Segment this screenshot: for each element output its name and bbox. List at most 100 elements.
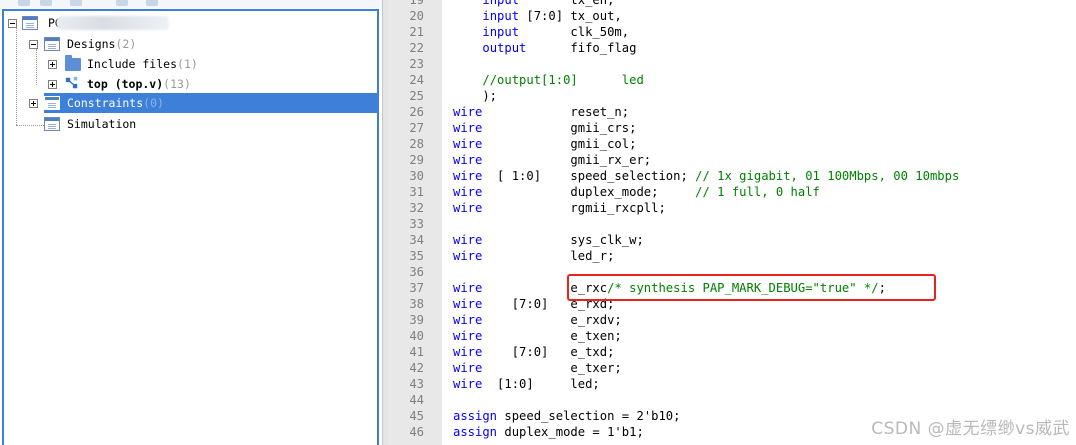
keyword-token: input: [482, 0, 520, 7]
code-token: gmii_rx_er;: [482, 153, 652, 167]
keyword-token: wire: [453, 329, 483, 343]
code-text: wire rgmii_rxcpll;: [453, 200, 666, 216]
keyword-token: wire: [453, 281, 483, 295]
tree-item-count: (1): [177, 57, 198, 71]
keyword-token: wire: [453, 297, 483, 311]
code-text: wire duplex_mode; // 1 full, 0 half: [453, 184, 820, 200]
keyword-token: wire: [453, 361, 483, 375]
code-text: wire led_r;: [453, 248, 614, 264]
keyword-token: wire: [453, 249, 483, 263]
line-number: 23: [409, 57, 424, 71]
comment-token: //output[1:0] led: [482, 73, 644, 87]
code-editor[interactable]: 19 input tx_en, 20 input [7:0] tx_out, 21 …: [388, 0, 1076, 445]
code-token: [1:0] led;: [482, 377, 600, 391]
collapse-icon[interactable]: [29, 40, 38, 49]
code-token: gmii_col;: [482, 137, 637, 151]
code-token: clk_50m,: [519, 25, 630, 39]
tree-item-top-module[interactable]: top (top.v)(13): [48, 75, 268, 94]
keyword-token: wire: [453, 201, 483, 215]
designs-icon: [44, 37, 60, 51]
code-token: duplex_mode = 1'b1;: [497, 425, 644, 439]
code-token: e_txen;: [482, 329, 622, 343]
tree-toolbar: [0, 0, 382, 8]
toolbar-icon[interactable]: [70, 0, 82, 6]
tree-item-simulation[interactable]: Simulation: [29, 115, 229, 134]
code-token: [7:0] tx_out,: [519, 9, 622, 23]
tree-item-include-files[interactable]: Include files(1): [48, 55, 248, 74]
keyword-token: wire: [453, 169, 483, 183]
code-token: speed_selection = 2'b10;: [497, 409, 681, 423]
tree-item-constraints[interactable]: Constraints(0): [29, 94, 229, 113]
keyword-token: assign: [453, 409, 498, 423]
code-text: wire [ 1:0] speed_selection; // 1x gigab…: [453, 168, 959, 184]
code-text: assign duplex_mode = 1'b1;: [453, 424, 644, 440]
line-number: 36: [409, 265, 424, 279]
tree-item-label: Simulation: [67, 117, 137, 131]
code-text: wire gmii_crs;: [453, 120, 636, 136]
tree-item-label: top (top.v): [87, 77, 164, 91]
keyword-token: output: [482, 41, 527, 55]
tree-connector: [36, 49, 37, 85]
code-token: gmii_crs;: [482, 121, 637, 135]
watermark: CSDN @虚无缥缈vs威武: [871, 419, 1070, 439]
tree-item-label: Designs: [67, 37, 116, 51]
keyword-token: wire: [453, 377, 483, 391]
code-token: fifo_flag: [526, 41, 637, 55]
code-text: output fifo_flag: [453, 40, 636, 56]
code-text: wire e_txer;: [453, 360, 622, 376]
code-text: wire e_txen;: [453, 328, 622, 344]
keyword-token: wire: [453, 137, 483, 151]
line-number: 45: [409, 409, 424, 423]
line-number: 44: [409, 393, 424, 407]
line-number: 20: [409, 9, 424, 23]
toolbar-icon[interactable]: [40, 0, 52, 6]
comment-token: // 1x gigabit, 01 100Mbps, 00 10mbps: [695, 169, 960, 183]
line-number: 31: [409, 185, 424, 199]
tree-item-count: (13): [163, 77, 191, 91]
code-token: rgmii_rxcpll;: [482, 201, 666, 215]
keyword-token: assign: [453, 425, 498, 439]
project-icon: [22, 16, 38, 30]
code-token: sys_clk_w;: [482, 233, 644, 247]
code-token: tx_en,: [519, 0, 615, 7]
line-number: 27: [409, 121, 424, 135]
code-text: wire e_rxdv;: [453, 312, 622, 328]
keyword-token: wire: [453, 313, 483, 327]
expand-icon[interactable]: [48, 60, 57, 69]
line-number: 25: [409, 89, 424, 103]
toolbar-icon[interactable]: [116, 0, 128, 6]
code-token: [7:0] e_txd;: [482, 345, 615, 359]
keyword-token: input: [482, 25, 520, 39]
code-token: e_txer;: [482, 361, 622, 375]
expand-icon[interactable]: [29, 99, 38, 108]
line-number: 24: [409, 73, 424, 87]
tree-item-designs[interactable]: Designs(2): [29, 35, 229, 54]
line-number: 29: [409, 153, 424, 167]
comment-token: // 1 full, 0 half: [695, 185, 820, 199]
annotation-highlight-box: [567, 274, 936, 301]
toolbar-icon[interactable]: [146, 0, 158, 6]
keyword-token: wire: [453, 153, 483, 167]
code-text: wire sys_clk_w;: [453, 232, 644, 248]
line-number: 39: [409, 313, 424, 327]
code-text: wire gmii_col;: [453, 136, 636, 152]
line-number: 33: [409, 217, 424, 231]
code-text: //output[1:0] led: [453, 72, 644, 88]
folder-icon: [65, 55, 81, 71]
code-text: wire [7:0] e_txd;: [453, 344, 614, 360]
keyword-token: wire: [453, 185, 483, 199]
keyword-token: wire: [453, 105, 483, 119]
line-number: 34: [409, 233, 424, 247]
code-text: wire [1:0] led;: [453, 376, 600, 392]
code-text: assign speed_selection = 2'b10;: [453, 408, 680, 424]
expand-icon[interactable]: [48, 80, 57, 89]
line-number: 19: [409, 0, 424, 7]
toolbar-icon[interactable]: [18, 0, 30, 6]
collapse-icon[interactable]: [8, 19, 17, 28]
keyword-token: wire: [453, 345, 483, 359]
